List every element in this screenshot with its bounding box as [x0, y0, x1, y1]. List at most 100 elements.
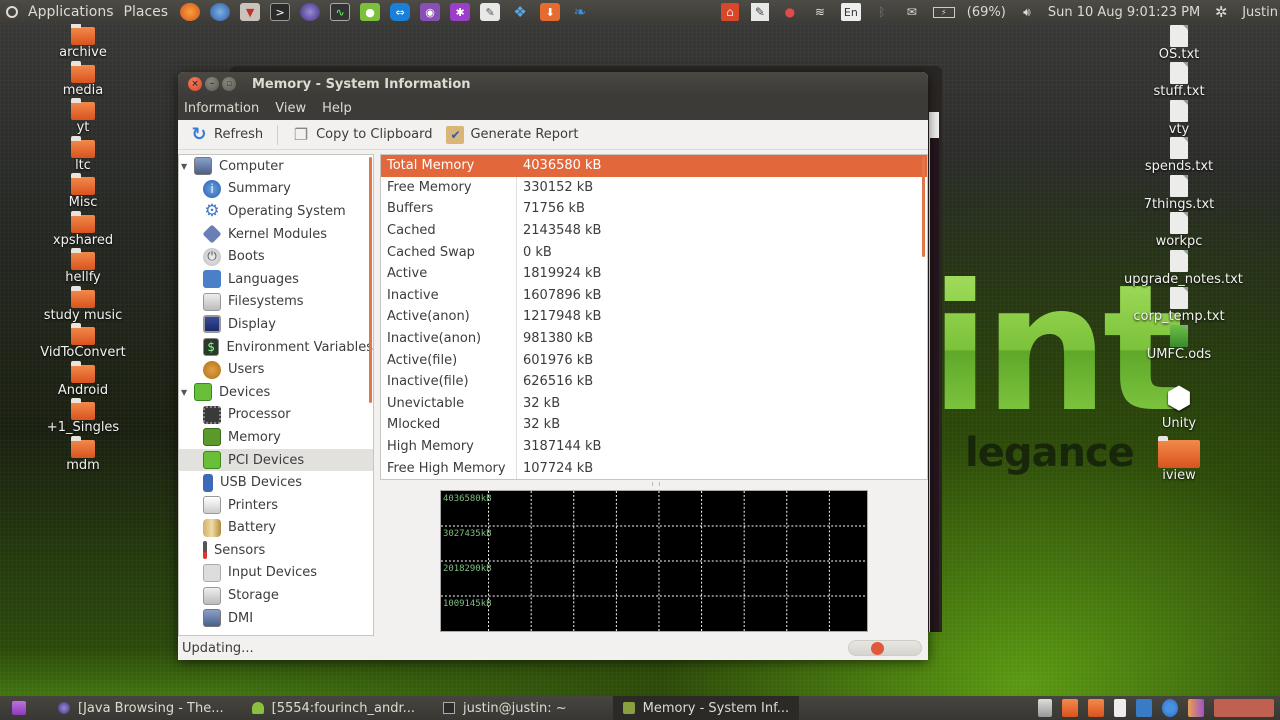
system-monitor-icon[interactable]: ∿	[330, 3, 351, 21]
places-menu[interactable]: Places	[124, 4, 169, 20]
menu-view[interactable]: View	[275, 101, 306, 116]
minimize-button[interactable]: –	[205, 77, 219, 91]
detail-row[interactable]: Cached 2143548 kB	[381, 219, 927, 242]
refresh-button[interactable]: ↻ Refresh	[186, 123, 267, 147]
taskbar-item[interactable]: [5554:fourinch_andr...	[242, 696, 425, 720]
desktop-file[interactable]: vty	[1124, 100, 1234, 137]
title-bar[interactable]: × – ▫ Memory - System Information	[178, 72, 928, 96]
tree-scrollbar[interactable]	[369, 157, 372, 403]
tree-item-computer[interactable]: ▼ Computer	[179, 155, 373, 178]
tree-item-languages[interactable]: Languages	[179, 268, 373, 291]
tree-item-environment-variables[interactable]: $ Environment Variables	[179, 336, 373, 359]
detail-row[interactable]: Mlocked 32 kB	[381, 414, 927, 436]
expander-icon[interactable]: ▼	[181, 388, 191, 397]
detail-row[interactable]: Inactive(anon) 981380 kB	[381, 327, 927, 350]
menu-information[interactable]: Information	[184, 101, 259, 116]
home-folder-icon[interactable]: ⌂	[720, 3, 739, 21]
battery-icon[interactable]: ⚡	[932, 6, 955, 18]
file-manager-icon[interactable]: ⬇	[540, 3, 561, 21]
copy-to-clipboard-button[interactable]: ❐ Copy to Clipboard	[288, 123, 436, 147]
generate-report-button[interactable]: ✔ Generate Report	[442, 123, 582, 147]
folder-icon[interactable]	[1088, 699, 1104, 717]
desktop-folder[interactable]: Android	[28, 360, 138, 398]
notes-icon[interactable]: ✎	[750, 3, 769, 21]
desktop-folder[interactable]: media	[28, 60, 138, 98]
desktop-file[interactable]: workpc	[1124, 212, 1234, 249]
tree-item-pci-devices[interactable]: PCI Devices	[179, 448, 373, 472]
detail-row[interactable]: Active 1819924 kB	[381, 262, 927, 285]
desktop-folder[interactable]: mdm	[28, 435, 138, 473]
clock[interactable]: Sun 10 Aug 9:01:23 PM	[1048, 5, 1200, 20]
mail-icon[interactable]: ✉	[903, 3, 921, 21]
desktop-folder[interactable]: Misc	[28, 173, 138, 210]
tree-item-processor[interactable]: Processor	[179, 404, 373, 427]
power-settings-icon[interactable]: ✲	[1212, 3, 1230, 21]
desktop-folder[interactable]: hellfy	[28, 248, 138, 285]
show-desktop-icon[interactable]	[12, 701, 26, 715]
tree-item-summary[interactable]: i Summary	[179, 178, 373, 201]
tree-item-printers[interactable]: Printers	[179, 494, 373, 517]
record-icon[interactable]: ●	[781, 3, 799, 21]
desktop-file[interactable]: corp_temp.txt	[1124, 287, 1234, 324]
document-icon[interactable]	[1114, 699, 1126, 717]
desktop-folder[interactable]: ltc	[28, 135, 138, 173]
thunderbird-icon[interactable]	[210, 3, 231, 21]
desktop-folder[interactable]: yt	[28, 98, 138, 135]
dropbox-icon[interactable]: ❖	[510, 3, 530, 21]
tree-item-kernel-modules[interactable]: Kernel Modules	[179, 223, 373, 246]
volume-icon[interactable]: 🔊︎	[1018, 3, 1036, 21]
text-editor-icon[interactable]: ✎	[480, 3, 501, 21]
desktop-file[interactable]: spends.txt	[1124, 137, 1234, 174]
tree-item-boots[interactable]: ⏻ Boots	[179, 245, 373, 268]
expander-icon[interactable]: ▼	[181, 162, 191, 171]
word-processor-icon[interactable]	[1136, 699, 1152, 717]
detail-row[interactable]: Cached Swap 0 kB	[381, 241, 927, 263]
tree-item-filesystems[interactable]: Filesystems	[179, 291, 373, 314]
detail-row[interactable]: Inactive 1607896 kB	[381, 284, 927, 307]
tree-item-dmi[interactable]: DMI	[179, 607, 373, 630]
app-icon[interactable]: ❧	[570, 3, 590, 21]
tree-item-operating-system[interactable]: ⚙ Operating System	[179, 200, 373, 223]
details-scrollbar[interactable]	[922, 157, 925, 257]
desktop-file[interactable]: iview	[1124, 436, 1234, 483]
desktop-folder[interactable]: VidToConvert	[28, 323, 138, 360]
tree-item-sensors[interactable]: Sensors	[179, 539, 373, 562]
detail-row[interactable]: Free Memory 330152 kB	[381, 176, 927, 199]
detail-row[interactable]: Buffers 71756 kB	[381, 198, 927, 220]
ubuntu-logo-icon[interactable]	[6, 6, 18, 18]
detail-row[interactable]: Free High Memory 107724 kB	[381, 457, 927, 479]
detail-row[interactable]: Total Memory 4036580 kB	[381, 155, 927, 177]
detail-row[interactable]: Active(anon) 1217948 kB	[381, 306, 927, 328]
trash-icon[interactable]	[1038, 699, 1052, 717]
user-menu[interactable]: Justin	[1242, 5, 1278, 20]
settings-icon[interactable]: ✱	[450, 3, 471, 21]
detail-row[interactable]: High Memory 3187144 kB	[381, 435, 927, 458]
pane-resize-handle[interactable]	[652, 482, 660, 486]
chrome-icon[interactable]	[1162, 699, 1178, 717]
desktop-file[interactable]: UMFC.ods	[1124, 325, 1234, 362]
detail-row[interactable]: Inactive(file) 626516 kB	[381, 370, 927, 393]
desktop-folder[interactable]: +1_Singles	[28, 398, 138, 435]
desktop-file[interactable]: 7things.txt	[1124, 175, 1234, 212]
tree-item-devices[interactable]: ▼ Devices	[179, 381, 373, 404]
desktop-folder[interactable]: xpshared	[28, 210, 138, 248]
taskbar-item[interactable]: [Java Browsing - The...	[48, 696, 234, 720]
detail-row[interactable]: Unevictable 32 kB	[381, 392, 927, 415]
eclipse-icon[interactable]	[300, 3, 321, 21]
applications-menu[interactable]: Applications	[28, 4, 114, 20]
tree-item-battery[interactable]: Battery	[179, 517, 373, 540]
desktop-file[interactable]: upgrade_notes.txt	[1124, 250, 1243, 287]
folder-icon[interactable]	[1188, 699, 1204, 717]
package-installer-icon[interactable]: ▼	[240, 3, 261, 21]
desktop-file[interactable]: stuff.txt	[1124, 62, 1234, 99]
wifi-icon[interactable]: ≋	[811, 3, 829, 21]
tree-item-display[interactable]: Display	[179, 313, 373, 336]
firefox-icon[interactable]	[180, 3, 201, 21]
desktop-file[interactable]: ⬢ Unity	[1124, 382, 1234, 432]
tree-item-storage[interactable]: Storage	[179, 584, 373, 607]
desktop-folder[interactable]: archive	[28, 23, 138, 60]
android-icon[interactable]: ●	[360, 3, 381, 21]
tree-item-input-devices[interactable]: Input Devices	[179, 562, 373, 585]
bluetooth-icon[interactable]: ᛒ	[873, 3, 891, 21]
close-button[interactable]: ×	[188, 77, 202, 91]
